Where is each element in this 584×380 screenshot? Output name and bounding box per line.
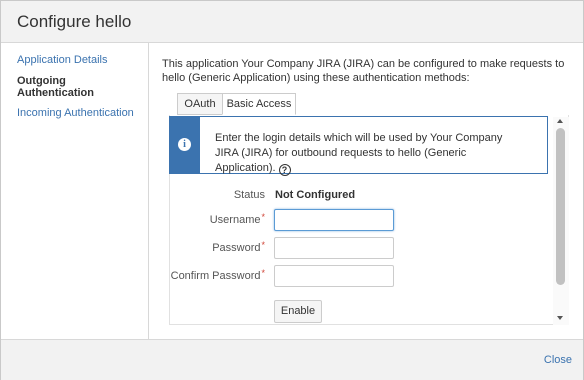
scroll-down-icon[interactable]	[557, 316, 563, 320]
form-labels: Status Username* Password* Confirm Passw…	[169, 43, 265, 339]
dialog-content: This application Your Company JIRA (JIRA…	[149, 43, 584, 339]
required-mark: *	[261, 268, 265, 278]
dialog-title: Configure hello	[17, 12, 132, 31]
confirm-password-label: Confirm Password*	[170, 268, 265, 282]
dialog-footer: Close	[1, 339, 583, 380]
scroll-up-icon[interactable]	[557, 119, 563, 123]
dialog-header: Configure hello	[1, 1, 583, 43]
panel-scrollbar[interactable]	[553, 117, 569, 325]
sidebar-item-application-details[interactable]: Application Details	[17, 54, 108, 66]
password-label: Password*	[212, 240, 265, 254]
dialog-body: Application Details Outgoing Authenticat…	[1, 43, 583, 339]
enable-button[interactable]: Enable	[274, 300, 322, 323]
close-button[interactable]: Close	[544, 354, 572, 366]
dialog-sidebar: Application Details Outgoing Authenticat…	[1, 43, 149, 339]
password-input[interactable]	[274, 237, 394, 259]
username-input[interactable]	[274, 209, 394, 231]
configure-dialog: Configure hello Application Details Outg…	[0, 0, 584, 380]
confirm-password-input[interactable]	[274, 265, 394, 287]
required-mark: *	[261, 240, 265, 250]
sidebar-item-outgoing-authentication[interactable]: Outgoing Authentication	[17, 75, 117, 99]
username-label: Username*	[209, 212, 265, 226]
status-value: Not Configured	[275, 189, 356, 201]
help-icon[interactable]: ?	[278, 164, 291, 176]
scrollbar-thumb[interactable]	[556, 128, 565, 285]
sidebar-item-incoming-authentication[interactable]: Incoming Authentication	[17, 107, 134, 119]
required-mark: *	[261, 212, 265, 222]
status-label: Status	[233, 189, 265, 201]
